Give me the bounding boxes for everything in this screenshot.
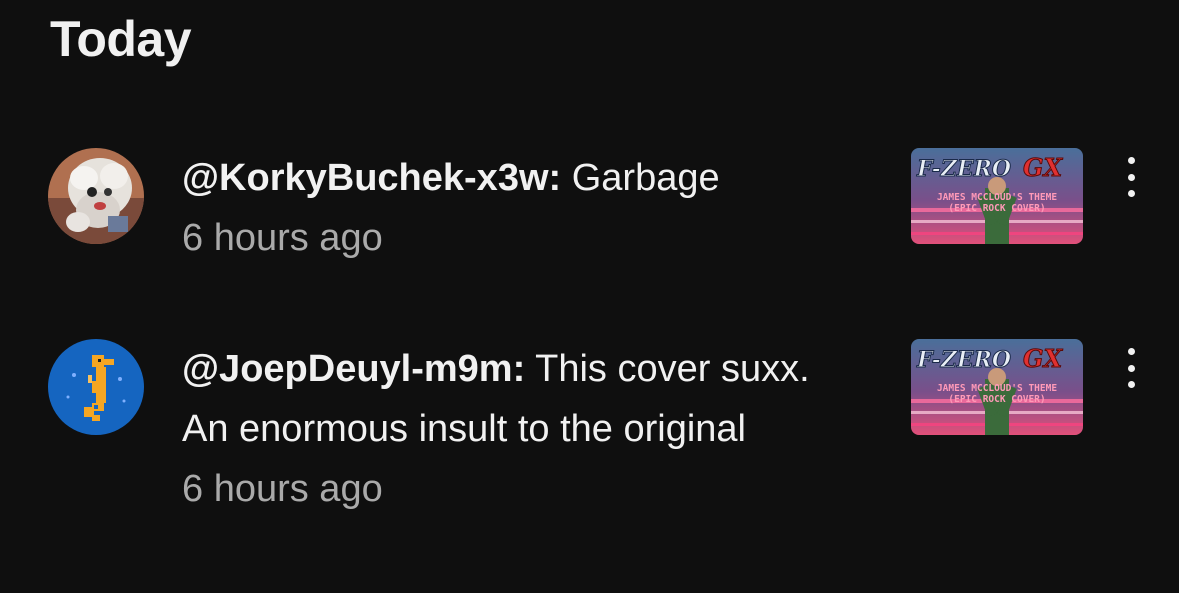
notification-message-line: @JoepDeuyl-m9m: This cover suxx. An enor… [182, 339, 842, 459]
thumbnail-title-a: F-ZERO [916, 156, 1011, 182]
thumbnail-title-a: F-ZERO [916, 347, 1011, 373]
video-thumbnail[interactable]: F-ZERO GX JAMES MCCLOUD'S THEME (EPIC RO… [911, 148, 1083, 244]
thumbnail-line-2: (EPIC ROCK COVER) [948, 394, 1045, 405]
more-options-button[interactable] [1116, 157, 1146, 197]
thumbnail-title-b: GX [1023, 153, 1063, 182]
thumbnail-title-b: GX [1023, 344, 1063, 373]
notification-time: 6 hours ago [182, 217, 383, 259]
avatar-icon [48, 148, 144, 244]
notification-message-line: @KorkyBuchek-x3w: Garbage [182, 148, 842, 208]
notification-time: 6 hours ago [182, 468, 383, 510]
comment-author-handle: @JoepDeuyl-m9m: [182, 348, 526, 390]
more-dot-icon [1127, 157, 1135, 164]
seahorse-icon [48, 339, 144, 435]
thumbnail-image: F-ZERO GX JAMES MCCLOUD'S THEME (EPIC RO… [911, 339, 1083, 435]
more-dot-icon [1127, 381, 1135, 388]
video-thumbnail[interactable]: F-ZERO GX JAMES MCCLOUD'S THEME (EPIC RO… [911, 339, 1083, 435]
section-title: Today [50, 11, 192, 67]
notification-text[interactable]: @KorkyBuchek-x3w: Garbage 6 hours ago [182, 148, 842, 268]
comment-text: Garbage [561, 157, 720, 199]
comment-author-handle: @KorkyBuchek-x3w: [182, 157, 562, 199]
more-dot-icon [1127, 190, 1135, 197]
more-dot-icon [1127, 348, 1135, 355]
user-avatar[interactable] [48, 148, 144, 244]
thumbnail-line-1: JAMES MCCLOUD'S THEME [937, 383, 1057, 394]
notification-text[interactable]: @JoepDeuyl-m9m: This cover suxx. An enor… [182, 339, 842, 519]
notifications-page: Today @KorkyBuchek-x3w: Garbage 6 hours … [0, 0, 1179, 593]
thumbnail-line-1: JAMES MCCLOUD'S THEME [937, 192, 1057, 203]
thumbnail-line-2: (EPIC ROCK COVER) [948, 203, 1045, 214]
more-dot-icon [1127, 173, 1135, 181]
user-avatar[interactable] [48, 339, 144, 435]
more-options-button[interactable] [1116, 348, 1146, 388]
thumbnail-image: F-ZERO GX JAMES MCCLOUD'S THEME (EPIC RO… [911, 148, 1083, 244]
more-dot-icon [1127, 364, 1135, 372]
